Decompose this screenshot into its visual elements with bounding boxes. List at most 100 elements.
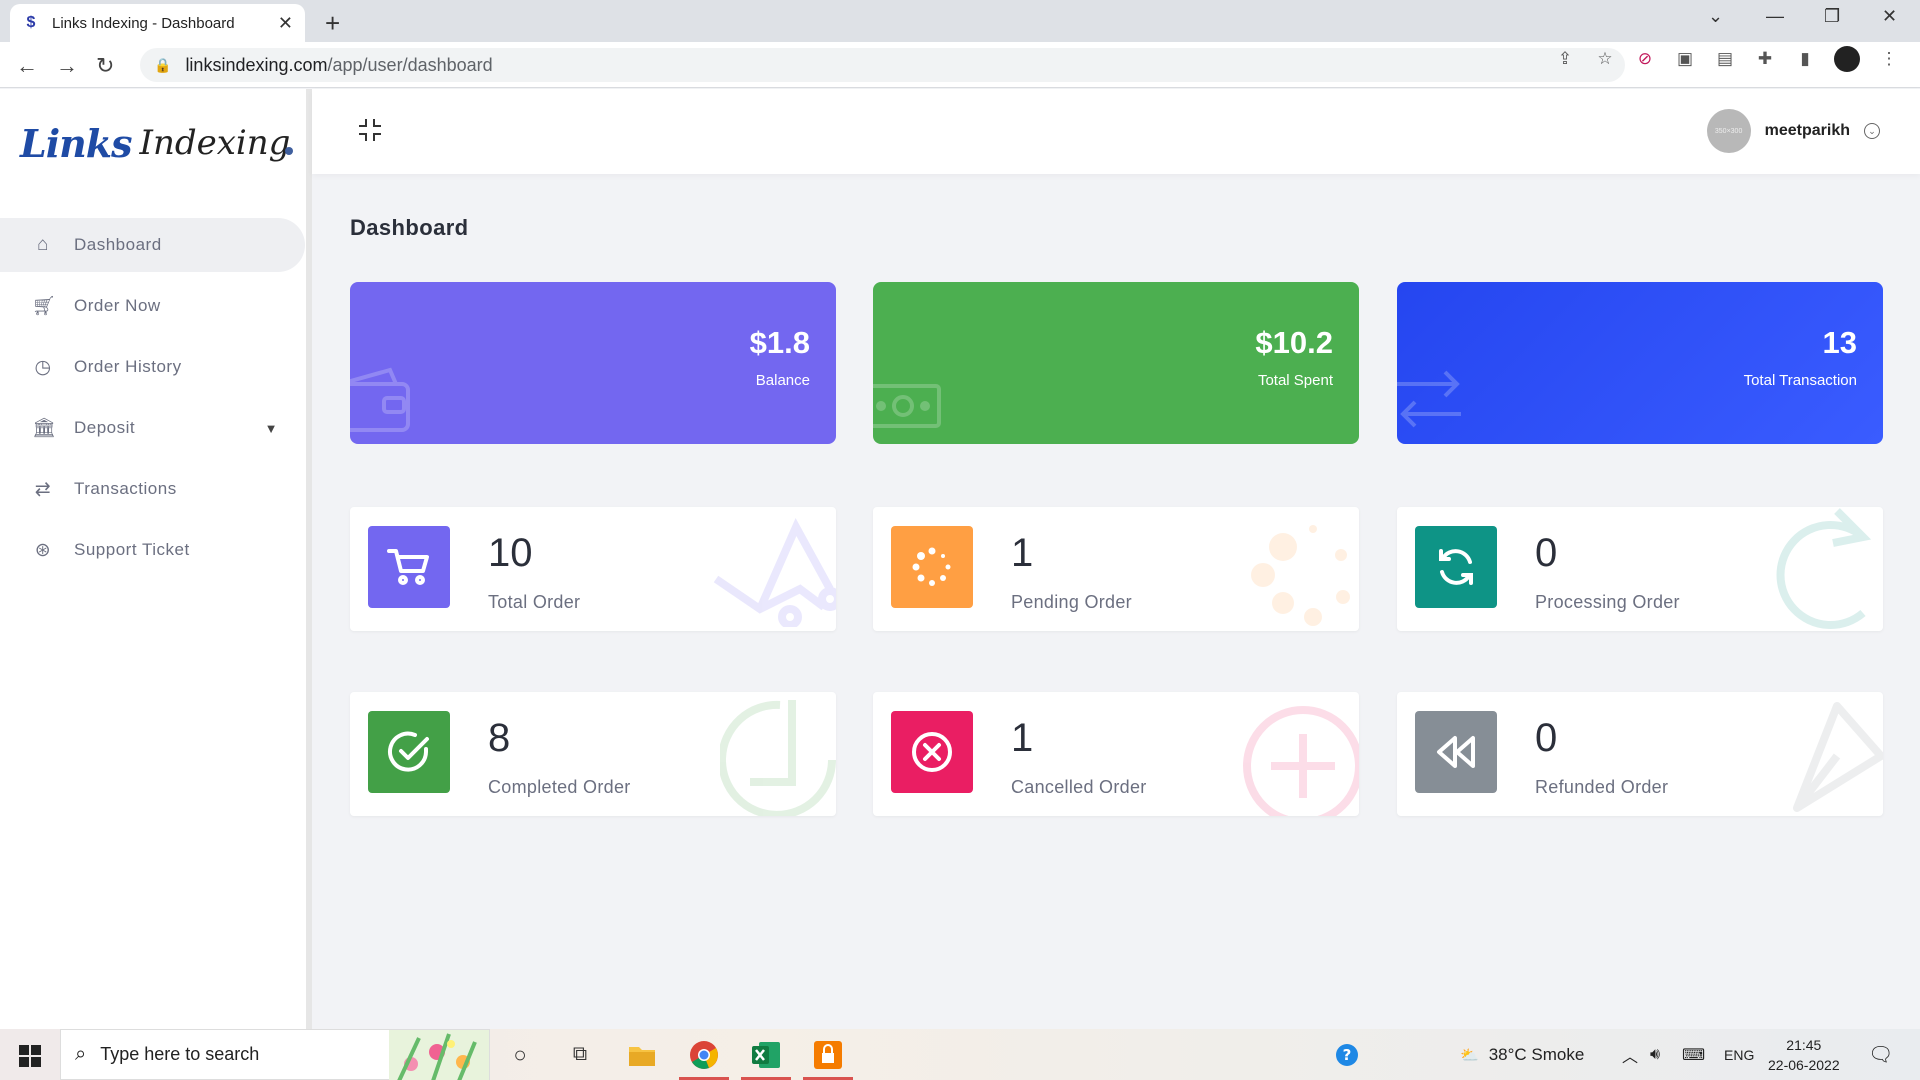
chevron-down-icon: ⌄	[1864, 123, 1880, 139]
clock-icon: ◷	[34, 356, 52, 378]
total-transaction-label: Total Transaction	[1743, 372, 1857, 389]
extension-badge-icon[interactable]: ▤	[1714, 48, 1736, 70]
excel-icon[interactable]	[738, 1029, 794, 1080]
cortana-icon[interactable]: ○	[492, 1029, 548, 1080]
minimize-button[interactable]: —	[1766, 6, 1784, 27]
weather-text: 38°C Smoke	[1488, 1044, 1585, 1064]
sidebar-menu: ⌂ Dashboard 🛒︎ Order Now ◷ Order History…	[0, 218, 306, 584]
site-favicon-icon: $	[26, 14, 36, 31]
sidebar-item-label: Order History	[74, 357, 182, 376]
cancelled-order-value: 1	[1011, 716, 1034, 760]
tray-overflow-chevron-icon[interactable]: ︿	[1622, 1029, 1638, 1080]
refunded-order-label: Refunded Order	[1535, 777, 1669, 797]
extension-icon[interactable]: ▣	[1674, 48, 1696, 70]
pending-order-value: 1	[1011, 531, 1034, 575]
browser-tab[interactable]: $ Links Indexing - Dashboard ✕	[10, 4, 305, 42]
sidebar-item-label: Support Ticket	[74, 540, 190, 559]
completed-order-card[interactable]: 8 Completed Order	[350, 692, 836, 816]
maximize-button[interactable]: ❐	[1824, 6, 1840, 27]
wallet-icon	[350, 364, 414, 439]
file-explorer-icon[interactable]	[614, 1029, 670, 1080]
pending-order-label: Pending Order	[1011, 592, 1132, 612]
site-logo[interactable]: Links Indexing	[20, 119, 290, 167]
home-icon: ⌂	[37, 234, 49, 255]
sidebar-item-order-now[interactable]: 🛒︎ Order Now	[0, 279, 306, 333]
svg-text:?: ?	[1343, 1046, 1352, 1064]
browser-menu-icon[interactable]: ⋮	[1878, 48, 1900, 70]
total-transaction-value: 13	[1822, 325, 1857, 360]
windows-start-icon[interactable]	[19, 1045, 41, 1072]
help-icon[interactable]: ?	[1335, 1029, 1359, 1080]
sidebar-item-transactions[interactable]: ⇄ Transactions	[0, 462, 306, 516]
block-extension-icon[interactable]: ⊘	[1634, 48, 1656, 70]
task-view-icon[interactable]: ⧉	[552, 1029, 608, 1080]
sidebar-item-label: Deposit	[74, 418, 136, 437]
lifebuoy-icon: ⊛	[34, 539, 52, 561]
sidebar-item-label: Order Now	[74, 296, 161, 315]
check-circle-icon	[368, 711, 450, 793]
bookmark-star-icon[interactable]: ☆	[1594, 48, 1616, 70]
total-order-card[interactable]: 10 Total Order	[350, 507, 836, 631]
reload-button[interactable]: ↻	[96, 53, 114, 79]
cart-icon: 🛒︎	[32, 296, 57, 317]
language-indicator[interactable]: ENG	[1724, 1029, 1754, 1080]
taskbar-search-placeholder: Type here to search	[100, 1044, 260, 1064]
browser-toolbar: ← → ↻ 🔒 linksindexing.com/app/user/dashb…	[0, 42, 1920, 88]
back-button[interactable]: ←	[16, 53, 38, 79]
money-icon	[873, 374, 943, 439]
sidebar-item-dashboard[interactable]: ⌂ Dashboard	[0, 218, 305, 272]
url-text: linksindexing.com/app/user/dashboard	[185, 54, 493, 75]
forward-button[interactable]: →	[56, 53, 78, 79]
rewind-watermark-icon	[1777, 696, 1883, 816]
total-order-value: 10	[488, 531, 533, 575]
close-window-button[interactable]: ✕	[1882, 6, 1897, 27]
tab-close-icon[interactable]: ✕	[278, 13, 293, 34]
sidebar-toggle-dot[interactable]	[285, 147, 293, 155]
refunded-order-card[interactable]: 0 Refunded Order	[1397, 692, 1883, 816]
browser-tabbar: $ Links Indexing - Dashboard ✕ + ⌄ — ❐ ✕	[0, 0, 1920, 42]
collapse-fullscreen-icon[interactable]	[357, 117, 383, 150]
taskbar-search[interactable]: ⌕ Type here to search	[60, 1029, 490, 1080]
user-menu[interactable]: 350×300 meetparikh ⌄	[1706, 109, 1880, 153]
volume-icon[interactable]: 🔊︎	[1650, 1029, 1660, 1080]
sidebar-item-support-ticket[interactable]: ⊛ Support Ticket	[0, 523, 306, 577]
total-spent-label: Total Spent	[1257, 372, 1333, 389]
notification-icon[interactable]: 🗨︎	[1868, 1029, 1893, 1080]
check-watermark-icon	[718, 700, 836, 816]
total-transaction-card: 13 Total Transaction	[1397, 282, 1883, 444]
search-icon: ⌕	[75, 1043, 87, 1065]
pending-order-card[interactable]: 1 Pending Order	[873, 507, 1359, 631]
address-bar[interactable]: 🔒 linksindexing.com/app/user/dashboard	[140, 48, 1625, 82]
sidebar-item-deposit[interactable]: 🏛︎ Deposit ▼	[0, 401, 306, 455]
processing-order-value: 0	[1535, 531, 1558, 575]
sidebar-item-order-history[interactable]: ◷ Order History	[0, 340, 306, 394]
profile-avatar[interactable]	[1834, 46, 1860, 72]
processing-order-card[interactable]: 0 Processing Order	[1397, 507, 1883, 631]
extensions-area: ⇪ ☆ ⊘ ▣ ▤ ✚ ▮ ⋮	[1554, 42, 1900, 76]
app-lock-icon[interactable]	[800, 1029, 856, 1080]
weather-widget[interactable]: ⛅ 38°C Smoke	[1460, 1029, 1584, 1080]
sidepanel-icon[interactable]: ▮	[1794, 48, 1816, 70]
sidebar-item-label: Transactions	[74, 479, 177, 498]
clock-time: 21:45	[1786, 1036, 1822, 1053]
cancelled-order-label: Cancelled Order	[1011, 777, 1147, 797]
chrome-icon[interactable]	[676, 1029, 732, 1080]
tab-search-icon[interactable]: ⌄	[1708, 6, 1723, 27]
transfer-icon	[1397, 364, 1467, 439]
clock[interactable]: 21:45 22-06-2022	[1768, 1029, 1840, 1080]
spinner-watermark-icon	[1243, 517, 1359, 631]
total-spent-value: $10.2	[1255, 325, 1333, 360]
search-highlight-illustration	[389, 1030, 489, 1080]
puzzle-icon[interactable]: ✚	[1754, 48, 1776, 70]
rewind-icon	[1415, 711, 1497, 793]
cancelled-order-card[interactable]: 1 Cancelled Order	[873, 692, 1359, 816]
new-tab-button[interactable]: +	[325, 8, 340, 39]
cart-icon	[368, 526, 450, 608]
username: meetparikh	[1764, 122, 1850, 139]
completed-order-value: 8	[488, 716, 511, 760]
refresh-watermark-icon	[1767, 507, 1883, 631]
keyboard-icon[interactable]: ⌨	[1682, 1029, 1705, 1080]
sidebar: Links Indexing ⌂ Dashboard 🛒︎ Order Now …	[0, 89, 312, 1029]
app-header: 350×300 meetparikh ⌄	[312, 89, 1920, 174]
share-icon[interactable]: ⇪	[1554, 48, 1576, 70]
